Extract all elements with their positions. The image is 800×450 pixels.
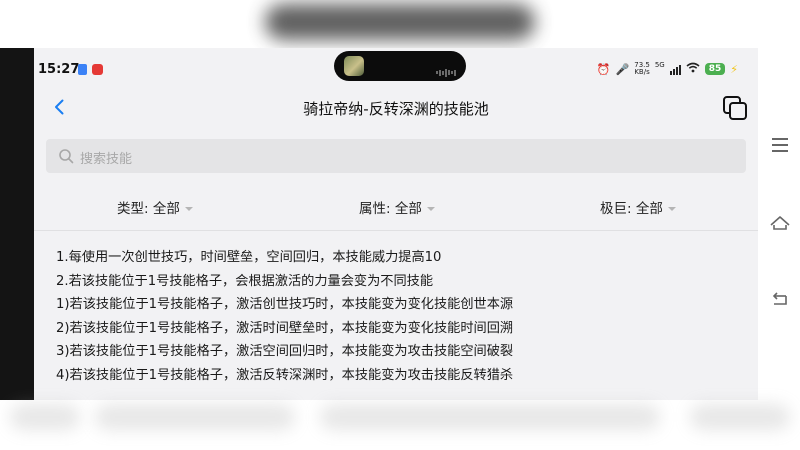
search-input[interactable]: 搜索技能 xyxy=(80,148,132,167)
description-line: 2.若该技能位于1号技能格子，会根据激活的力量会变为不同技能 xyxy=(56,273,434,289)
network-type: 5G xyxy=(654,61,665,69)
caret-down-icon xyxy=(184,207,193,211)
attribute-filter-label: 属性: xyxy=(359,201,391,217)
phone-screen: 15:27 ⏰ 🎤 73.5 KB/s 5G 85 ⚡ 骑拉帝纳-反转深渊的技能… xyxy=(34,48,758,400)
search-bar[interactable]: 搜索技能 xyxy=(46,139,746,173)
status-bar: 15:27 ⏰ 🎤 73.5 KB/s 5G 85 ⚡ xyxy=(34,48,758,88)
max-filter-label: 极巨: xyxy=(600,201,632,217)
net-speed-unit: KB/s xyxy=(634,68,650,76)
back-icon[interactable] xyxy=(770,292,790,308)
type-filter[interactable]: 类型: 全部 xyxy=(117,197,193,217)
search-icon xyxy=(59,149,74,164)
page-title: 骑拉帝纳-反转深渊的技能池 xyxy=(303,100,489,118)
home-icon[interactable] xyxy=(769,214,791,232)
type-filter-label: 类型: xyxy=(117,201,149,217)
battery-icon: 85 xyxy=(704,63,726,75)
audio-wave-icon xyxy=(436,62,458,77)
attribute-filter-value: 全部 xyxy=(394,201,422,217)
signal-icon xyxy=(669,64,681,75)
description-line: 4)若该技能位于1号技能格子，激活反转深渊时，本技能变为攻击技能反转猎杀 xyxy=(56,367,514,383)
caret-down-icon xyxy=(426,207,435,211)
max-filter[interactable]: 极巨: 全部 xyxy=(600,197,676,217)
blurred-caption xyxy=(320,404,660,430)
description-line: 3)若该技能位于1号技能格子，激活空间回归时，本技能变为攻击技能空间破裂 xyxy=(56,344,514,359)
description-line: 1.每使用一次创世技巧，时间壁垒，空间回归，本技能威力提高10 xyxy=(56,250,442,265)
alarm-icon: ⏰ xyxy=(596,62,611,76)
filter-bar: 类型: 全部 属性: 全部 极巨: 全部 xyxy=(34,197,758,217)
app-notification-icon xyxy=(92,64,103,75)
menu-icon[interactable] xyxy=(772,138,788,152)
description-line: 1)若该技能位于1号技能格子，激活创世技巧时，本技能变为变化技能创世本源 xyxy=(56,297,514,312)
attribute-filter[interactable]: 属性: 全部 xyxy=(359,197,435,217)
divider xyxy=(34,230,758,231)
skill-description: 1.每使用一次创世技巧，时间壁垒，空间回归，本技能威力提高10 2.若该技能位于… xyxy=(56,246,746,387)
blurred-caption xyxy=(690,404,790,430)
description-line: 2)若该技能位于1号技能格子，激活时间壁垒时，本技能变为变化技能时间回溯 xyxy=(56,320,514,336)
wifi-icon xyxy=(686,62,700,76)
type-filter-value: 全部 xyxy=(152,201,180,217)
net-speed: 73.5 KB/s xyxy=(634,62,650,76)
caret-down-icon xyxy=(667,207,676,211)
screen-edge xyxy=(0,48,34,400)
app-notification-icon xyxy=(78,64,87,75)
max-filter-value: 全部 xyxy=(635,201,663,217)
vibrate-icon: 🎤 xyxy=(615,62,630,76)
copy-button[interactable] xyxy=(722,95,748,121)
dynamic-island[interactable] xyxy=(334,51,466,81)
status-time: 15:27 xyxy=(38,62,80,77)
status-icons: ⏰ 🎤 73.5 KB/s 5G 85 ⚡ xyxy=(597,61,738,77)
copy-icon xyxy=(723,96,747,120)
media-thumbnail xyxy=(344,56,364,76)
blurred-caption xyxy=(95,404,295,430)
charging-icon: ⚡ xyxy=(730,62,738,76)
blurred-caption xyxy=(10,404,80,430)
blurred-notification xyxy=(265,4,535,40)
